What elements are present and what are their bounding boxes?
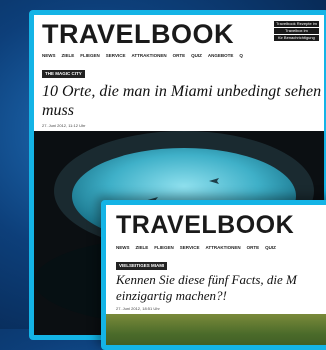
nav-item-ziele[interactable]: ZIELE	[136, 245, 149, 250]
nav-item-quiz[interactable]: QUIZ	[265, 245, 276, 250]
travelbook-logo[interactable]: TRAVELBOOK	[42, 19, 234, 49]
nav-item-service[interactable]: SERVICE	[106, 53, 126, 58]
nav-item-ziele[interactable]: ZIELE	[62, 53, 75, 58]
headline-line-1: Kennen Sie diese fünf Facts, die M	[116, 272, 297, 287]
main-nav: NEWS ZIELE FLIEGEN SERVICE ATTRAKTIONEN …	[42, 53, 243, 58]
nav-item-orte[interactable]: ORTE	[173, 53, 186, 58]
top-link-3[interactable]: für Benachrichtigung	[274, 35, 319, 41]
article-headline[interactable]: 10 Orte, die man in Miami unbedingt sehe…	[42, 82, 324, 120]
nav-item-news[interactable]: NEWS	[42, 53, 56, 58]
article-date: 27. Juni 2012, 18:51 Uhr	[116, 306, 160, 311]
nav-item-angebote[interactable]: ANGEBOTE	[208, 53, 234, 58]
nav-item-attraktionen[interactable]: ATTRAKTIONEN	[205, 245, 240, 250]
nav-item-quiz[interactable]: QUIZ	[191, 53, 202, 58]
headline-line-2: einzigartig machen?!	[116, 288, 227, 303]
search-icon[interactable]: Q	[239, 53, 243, 58]
travelbook-logo[interactable]: TRAVELBOOK	[116, 211, 294, 239]
article-date: 27. Juni 2012, 11:12 Uhr	[42, 123, 86, 128]
nav-item-attraktionen[interactable]: ATTRAKTIONEN	[131, 53, 166, 58]
category-badge: THE MAGIC CITY	[42, 70, 85, 78]
top-link-1[interactable]: Travelbook Rezepte im	[274, 21, 319, 27]
category-badge: VIELSEITIGES MIAMI	[116, 262, 168, 270]
nav-item-fliegen[interactable]: FLIEGEN	[80, 53, 100, 58]
nav-item-news[interactable]: NEWS	[116, 245, 130, 250]
main-nav: NEWS ZIELE FLIEGEN SERVICE ATTRAKTIONEN …	[116, 245, 276, 250]
top-links: Travelbook Rezepte im Travelbox im für B…	[274, 21, 319, 42]
article-card-miami-facts[interactable]: TRAVELBOOK NEWS ZIELE FLIEGEN SERVICE AT…	[101, 200, 326, 350]
top-link-2[interactable]: Travelbox im	[274, 28, 319, 34]
nav-item-service[interactable]: SERVICE	[180, 245, 200, 250]
nav-item-orte[interactable]: ORTE	[247, 245, 260, 250]
article-headline[interactable]: Kennen Sie diese fünf Facts, die M einzi…	[116, 272, 326, 304]
article-photo	[106, 314, 326, 345]
nav-item-fliegen[interactable]: FLIEGEN	[154, 245, 174, 250]
